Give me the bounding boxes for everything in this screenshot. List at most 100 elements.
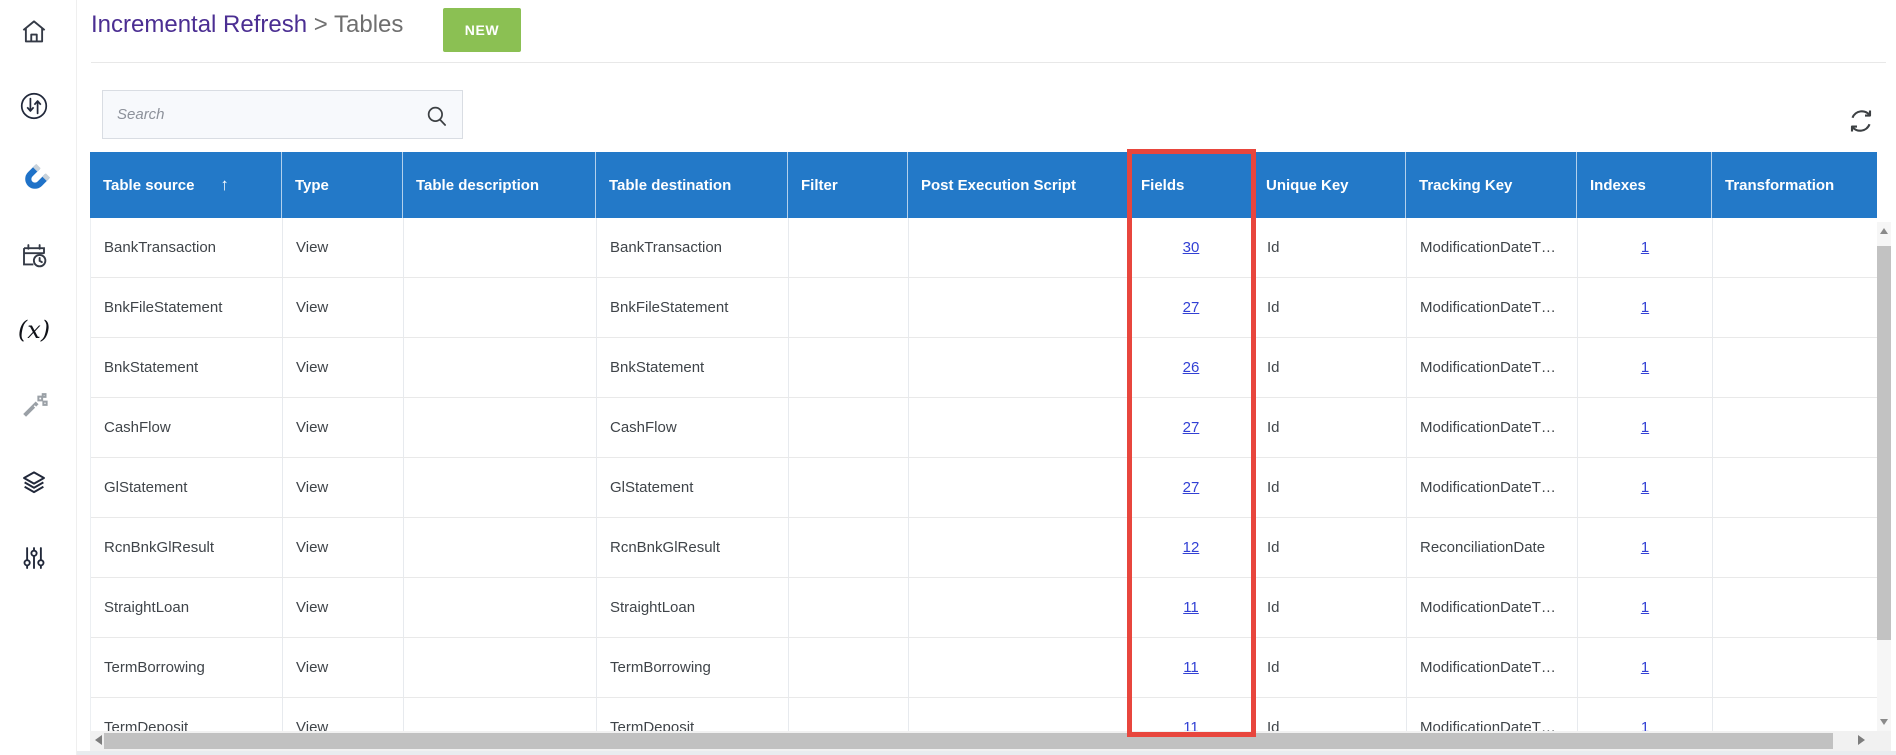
cell-unique-key: Id: [1254, 698, 1407, 731]
new-button[interactable]: NEW: [443, 8, 521, 52]
cell-tracking-key: ReconciliationDate: [1407, 518, 1578, 578]
column-header-type[interactable]: Type: [282, 152, 403, 218]
cell-destination: BnkStatement: [597, 338, 789, 398]
indexes-link[interactable]: 1: [1641, 419, 1649, 436]
sidebar-item-settings[interactable]: [16, 540, 52, 576]
cell-transformation: [1713, 578, 1877, 638]
column-header-tracking-key[interactable]: Tracking Key: [1406, 152, 1577, 218]
cell-fields: 27: [1129, 458, 1254, 518]
scroll-left-icon[interactable]: [95, 735, 102, 745]
column-header-transformation[interactable]: Transformation: [1712, 152, 1877, 218]
sidebar-item-wizard[interactable]: [16, 388, 52, 424]
table-row: TermBorrowingViewTermBorrowing11IdModifi…: [91, 638, 1877, 698]
cell-transformation: [1713, 338, 1877, 398]
scroll-down-icon[interactable]: [1880, 719, 1888, 725]
fields-link[interactable]: 27: [1183, 419, 1200, 436]
cell-type: View: [283, 218, 404, 278]
cell-post-execution-script: [909, 218, 1129, 278]
cell-source: RcnBnkGlResult: [91, 518, 283, 578]
fields-link[interactable]: 26: [1183, 359, 1200, 376]
cell-transformation: [1713, 278, 1877, 338]
indexes-link[interactable]: 1: [1641, 719, 1649, 731]
cell-transformation: [1713, 398, 1877, 458]
cell-indexes: 1: [1578, 398, 1713, 458]
sidebar-item-layers[interactable]: [16, 465, 52, 501]
column-header-indexes[interactable]: Indexes: [1577, 152, 1712, 218]
cell-description: [404, 458, 597, 518]
column-header-post-execution-script[interactable]: Post Execution Script: [908, 152, 1128, 218]
fields-link[interactable]: 12: [1183, 539, 1200, 556]
indexes-link[interactable]: 1: [1641, 359, 1649, 376]
sidebar-item-functions[interactable]: (x): [16, 312, 52, 348]
cell-description: [404, 218, 597, 278]
indexes-link[interactable]: 1: [1641, 299, 1649, 316]
cell-source: TermDeposit: [91, 698, 283, 731]
sidebar-item-sync[interactable]: [16, 88, 52, 124]
indexes-link[interactable]: 1: [1641, 239, 1649, 256]
cell-post-execution-script: [909, 578, 1129, 638]
column-header-fields[interactable]: Fields: [1128, 152, 1253, 218]
cell-tracking-key: ModificationDateT…: [1407, 338, 1578, 398]
cell-post-execution-script: [909, 338, 1129, 398]
fields-link[interactable]: 27: [1183, 479, 1200, 496]
table-header-row: Table source ↑ Type Table description Ta…: [90, 152, 1877, 218]
fields-link[interactable]: 11: [1183, 719, 1199, 731]
breadcrumb-incremental-refresh[interactable]: Incremental Refresh: [91, 11, 307, 38]
table-row: CashFlowViewCashFlow27IdModificationDate…: [91, 398, 1877, 458]
cell-filter: [789, 218, 909, 278]
cell-type: View: [283, 458, 404, 518]
fields-link[interactable]: 30: [1183, 239, 1200, 256]
cell-tracking-key: ModificationDateT…: [1407, 218, 1578, 278]
refresh-icon[interactable]: [1845, 106, 1877, 138]
header-divider: [91, 62, 1886, 63]
sidebar-item-schedule[interactable]: [16, 237, 52, 273]
cell-source: GlStatement: [91, 458, 283, 518]
breadcrumb: Incremental Refresh > Tables: [91, 11, 403, 39]
sync-arrows-icon: [18, 90, 50, 122]
cell-tracking-key: ModificationDateT…: [1407, 458, 1578, 518]
vertical-scrollbar[interactable]: [1877, 222, 1891, 731]
cell-destination: TermBorrowing: [597, 638, 789, 698]
indexes-link[interactable]: 1: [1641, 539, 1649, 556]
cell-filter: [789, 638, 909, 698]
cell-post-execution-script: [909, 458, 1129, 518]
column-header-filter[interactable]: Filter: [788, 152, 908, 218]
column-header-table-source[interactable]: Table source ↑: [90, 152, 282, 218]
fields-link[interactable]: 11: [1183, 599, 1199, 616]
cell-tracking-key: ModificationDateT…: [1407, 578, 1578, 638]
sidebar-item-incremental-refresh[interactable]: [16, 162, 52, 198]
scroll-up-icon[interactable]: [1880, 228, 1888, 234]
sort-ascending-icon[interactable]: ↑: [220, 175, 229, 195]
sidebar-item-home[interactable]: [16, 14, 52, 50]
breadcrumb-tables: Tables: [334, 11, 403, 38]
table-row: BnkFileStatementViewBnkFileStatement27Id…: [91, 278, 1877, 338]
cell-destination: CashFlow: [597, 398, 789, 458]
fields-link[interactable]: 27: [1183, 299, 1200, 316]
magic-wand-icon: [19, 391, 49, 421]
search-input[interactable]: [103, 91, 462, 138]
vertical-scrollbar-thumb[interactable]: [1877, 246, 1891, 640]
window-bottom-edge: [77, 751, 1896, 755]
column-header-table-destination[interactable]: Table destination: [596, 152, 788, 218]
search-icon[interactable]: [424, 103, 450, 134]
fields-link[interactable]: 11: [1183, 659, 1199, 676]
column-header-unique-key[interactable]: Unique Key: [1253, 152, 1406, 218]
layers-icon: [19, 468, 49, 498]
table-row: BankTransactionViewBankTransaction30IdMo…: [91, 218, 1877, 278]
cell-transformation: [1713, 518, 1877, 578]
cell-fields: 11: [1129, 578, 1254, 638]
cell-unique-key: Id: [1254, 638, 1407, 698]
horizontal-scrollbar[interactable]: [90, 731, 1877, 751]
cell-filter: [789, 338, 909, 398]
indexes-link[interactable]: 1: [1641, 599, 1649, 616]
horizontal-scrollbar-thumb[interactable]: [104, 733, 1833, 749]
table-row: RcnBnkGlResultViewRcnBnkGlResult12IdReco…: [91, 518, 1877, 578]
indexes-link[interactable]: 1: [1641, 659, 1649, 676]
cell-destination: BankTransaction: [597, 218, 789, 278]
cell-destination: BnkFileStatement: [597, 278, 789, 338]
scroll-right-icon[interactable]: [1858, 735, 1865, 745]
column-header-table-description[interactable]: Table description: [403, 152, 596, 218]
cell-post-execution-script: [909, 518, 1129, 578]
cell-unique-key: Id: [1254, 578, 1407, 638]
indexes-link[interactable]: 1: [1641, 479, 1649, 496]
